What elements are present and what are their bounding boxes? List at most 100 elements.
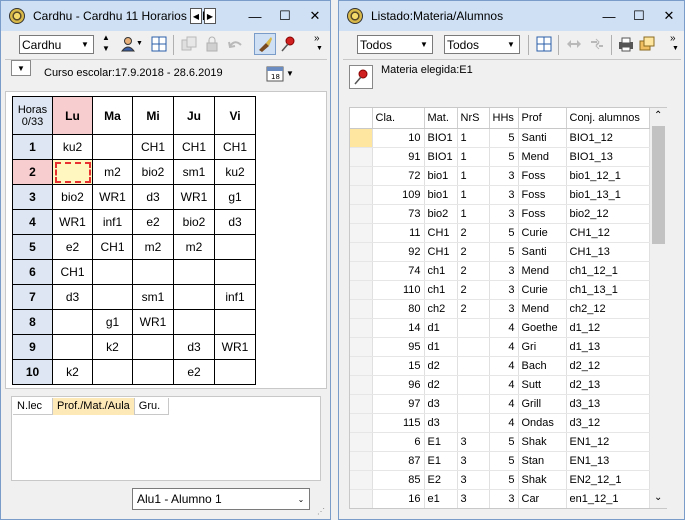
hour-header-10[interactable]: 10: [12, 359, 53, 385]
table-row[interactable]: 14 d1 4 Goethe d1_12: [350, 318, 650, 338]
timetable-cell[interactable]: WR1: [92, 184, 133, 210]
collapse-button[interactable]: ▼: [11, 60, 31, 76]
timetable-cell[interactable]: [52, 334, 93, 360]
timetable-cell[interactable]: g1: [214, 184, 256, 210]
timetable-cell[interactable]: [214, 359, 256, 385]
timetable-cell[interactable]: CH1: [92, 234, 133, 260]
day-header-lu[interactable]: Lu: [52, 96, 93, 135]
scroll-up-icon[interactable]: ⌃: [654, 110, 662, 121]
calendar-dropdown-icon[interactable]: ▼: [286, 69, 294, 78]
dropdown-small-icon[interactable]: ▼: [136, 40, 143, 47]
timetable-cell[interactable]: sm1: [173, 159, 215, 185]
brush-icon[interactable]: [254, 33, 276, 55]
pin-icon[interactable]: [278, 34, 298, 54]
timetable-cell[interactable]: CH1: [52, 259, 93, 285]
pin-icon[interactable]: [349, 65, 373, 89]
timetable-cell[interactable]: [92, 259, 133, 285]
print-icon[interactable]: [616, 34, 636, 54]
table-row[interactable]: 95 d1 4 Gri d1_13: [350, 337, 650, 357]
resize-grip-icon[interactable]: ⋰: [317, 507, 325, 516]
timetable-cell[interactable]: d3: [173, 334, 215, 360]
timetable-cell[interactable]: WR1: [173, 184, 215, 210]
timetable-cell[interactable]: CH1: [173, 134, 215, 160]
column-header[interactable]: Mat.: [424, 108, 458, 129]
scroll-down-icon[interactable]: ⌄: [654, 492, 662, 503]
minimize-button[interactable]: —: [240, 1, 270, 31]
row-selector[interactable]: [350, 375, 373, 395]
timetable-cell[interactable]: [214, 309, 256, 335]
day-header-ma[interactable]: Ma: [92, 96, 133, 135]
filter-combo-2[interactable]: Todos ▼: [444, 35, 520, 54]
timetable-cell[interactable]: [52, 309, 93, 335]
hour-header-7[interactable]: 7: [12, 284, 53, 310]
hour-header-8[interactable]: 8: [12, 309, 53, 335]
table-row[interactable]: 85 E2 3 5 Shak EN2_12_1: [350, 470, 650, 490]
timetable-cell[interactable]: CH1: [132, 134, 174, 160]
timetable-cell[interactable]: d3: [52, 284, 93, 310]
timetable-cell[interactable]: ku2: [214, 159, 256, 185]
close-button[interactable]: ✕: [300, 1, 330, 31]
grid-view-icon[interactable]: [149, 34, 169, 54]
timetable-cell[interactable]: k2: [92, 334, 133, 360]
timetable-cell[interactable]: g1: [92, 309, 133, 335]
timetable-cell[interactable]: d3: [214, 209, 256, 235]
row-selector[interactable]: [350, 166, 373, 186]
row-selector[interactable]: [350, 318, 373, 338]
timetable-cell[interactable]: m2: [173, 234, 215, 260]
row-selector[interactable]: [350, 413, 373, 433]
timetable-cell[interactable]: inf1: [214, 284, 256, 310]
column-header[interactable]: Conj. alumnos: [566, 108, 650, 129]
row-selector[interactable]: [350, 394, 373, 414]
timetable-cell[interactable]: e2: [132, 209, 174, 235]
timetable-cell[interactable]: e2: [52, 234, 93, 260]
row-selector[interactable]: [350, 280, 373, 300]
row-selector[interactable]: [350, 242, 373, 262]
hour-header-4[interactable]: 4: [12, 209, 53, 235]
calendar-icon[interactable]: 18: [265, 63, 285, 83]
timetable-cell[interactable]: ku2: [52, 134, 93, 160]
column-header[interactable]: Cla.: [372, 108, 425, 129]
hour-header-5[interactable]: 5: [12, 234, 53, 260]
maximize-button[interactable]: ☐: [270, 1, 300, 31]
hour-header-6[interactable]: 6: [12, 259, 53, 285]
day-header-ju[interactable]: Ju: [173, 96, 215, 135]
timetable-cell[interactable]: [132, 334, 174, 360]
table-row[interactable]: 73 bio2 1 3 Foss bio2_12: [350, 204, 650, 224]
table-row[interactable]: 80 ch2 2 3 Mend ch2_12: [350, 299, 650, 319]
row-selector[interactable]: [350, 128, 373, 148]
maximize-button[interactable]: ☐: [624, 1, 654, 31]
timetable-cell[interactable]: sm1: [132, 284, 174, 310]
timetable-cell[interactable]: m2: [132, 234, 174, 260]
table-row[interactable]: 87 E1 3 5 Stan EN1_13: [350, 451, 650, 471]
element-combo[interactable]: Cardhu ▼: [19, 35, 94, 54]
tab-prof-mat-aula[interactable]: Prof./Mat./Aula: [53, 398, 135, 415]
hour-header-1[interactable]: 1: [12, 134, 53, 160]
column-header[interactable]: HHs: [489, 108, 519, 129]
table-row[interactable]: 115 d3 4 Ondas d3_12: [350, 413, 650, 433]
exchange-icon[interactable]: [587, 34, 607, 54]
swap-icon[interactable]: [564, 34, 584, 54]
timetable-cell[interactable]: bio2: [52, 184, 93, 210]
table-row[interactable]: 91 BIO1 1 5 Mend BIO1_13: [350, 147, 650, 167]
hour-header-2[interactable]: 2: [12, 159, 53, 185]
timetable-cell[interactable]: [52, 159, 93, 185]
row-selector[interactable]: [350, 185, 373, 205]
table-row[interactable]: 15 d2 4 Bach d2_12: [350, 356, 650, 376]
timetable-cell[interactable]: [92, 359, 133, 385]
hour-header-3[interactable]: 3: [12, 184, 53, 210]
table-row[interactable]: 92 CH1 2 5 Santi CH1_13: [350, 242, 650, 262]
timetable-cell[interactable]: inf1: [92, 209, 133, 235]
row-selector[interactable]: [350, 356, 373, 376]
copy-icon[interactable]: [179, 34, 199, 54]
table-row[interactable]: 110 ch1 2 3 Curie ch1_13_1: [350, 280, 650, 300]
table-row[interactable]: 109 bio1 1 3 Foss bio1_13_1: [350, 185, 650, 205]
row-selector[interactable]: [350, 470, 373, 490]
hour-header-9[interactable]: 9: [12, 334, 53, 360]
row-selector[interactable]: [350, 204, 373, 224]
spin-down-icon[interactable]: ▼: [102, 44, 110, 53]
row-selector[interactable]: [350, 147, 373, 167]
timetable-cell[interactable]: d3: [132, 184, 174, 210]
timetable-cell[interactable]: [92, 284, 133, 310]
timetable-cell[interactable]: [173, 284, 215, 310]
timetable-cell[interactable]: [92, 134, 133, 160]
